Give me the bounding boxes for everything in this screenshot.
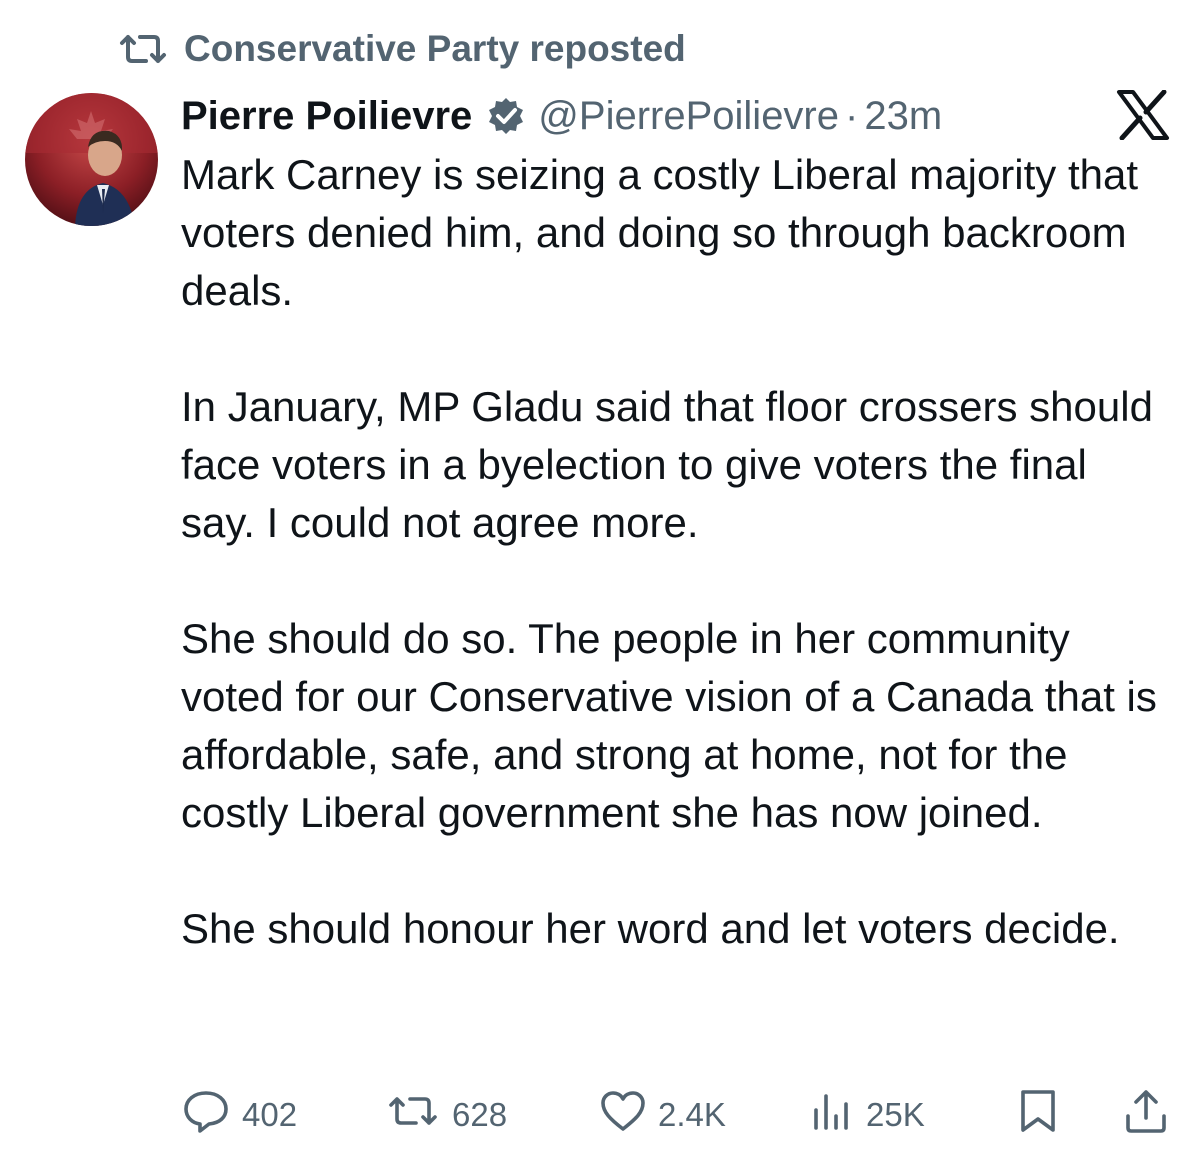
repost-button[interactable]: 628 xyxy=(386,1088,507,1142)
tweet-paragraph: She should do so. The people in her comm… xyxy=(181,615,1157,836)
like-button[interactable]: 2.4K xyxy=(600,1088,726,1142)
tweet-paragraph: She should honour her word and let voter… xyxy=(181,905,1120,952)
reply-button[interactable]: 402 xyxy=(182,1088,297,1142)
views-button[interactable]: 25K xyxy=(810,1088,925,1142)
reply-icon xyxy=(182,1089,242,1141)
tweet-paragraph: Mark Carney is seizing a costly Liberal … xyxy=(181,151,1139,314)
reply-count: 402 xyxy=(242,1096,298,1133)
tweet-text: Mark Carney is seizing a costly Liberal … xyxy=(181,146,1161,958)
repost-count: 628 xyxy=(452,1096,508,1133)
repost-context[interactable]: Conservative Party reposted xyxy=(118,28,686,70)
views-icon xyxy=(810,1090,866,1140)
share-button[interactable] xyxy=(1124,1088,1180,1142)
bookmark-icon xyxy=(1018,1089,1070,1141)
repost-icon xyxy=(386,1091,452,1139)
repost-icon xyxy=(118,29,168,69)
tweet-header: Pierre Poilievre @PierrePoilievre · 23m xyxy=(181,88,1164,144)
x-logo-icon xyxy=(1116,89,1170,141)
author-handle[interactable]: @PierrePoilievre xyxy=(538,94,839,139)
views-count: 25K xyxy=(866,1096,925,1133)
avatar[interactable] xyxy=(25,93,158,226)
action-bar: 402 628 2.4K 25K xyxy=(180,1088,1170,1142)
heart-icon xyxy=(600,1090,658,1140)
verified-badge-icon xyxy=(486,96,526,136)
like-count: 2.4K xyxy=(658,1096,726,1133)
author-name[interactable]: Pierre Poilievre xyxy=(181,94,472,139)
post-timestamp[interactable]: 23m xyxy=(864,94,942,139)
separator-dot: · xyxy=(845,93,859,138)
share-icon xyxy=(1124,1088,1180,1142)
repost-label: Conservative Party reposted xyxy=(184,28,686,69)
tweet-paragraph: In January, MP Gladu said that floor cro… xyxy=(181,383,1153,546)
bookmark-button[interactable] xyxy=(1018,1088,1070,1142)
